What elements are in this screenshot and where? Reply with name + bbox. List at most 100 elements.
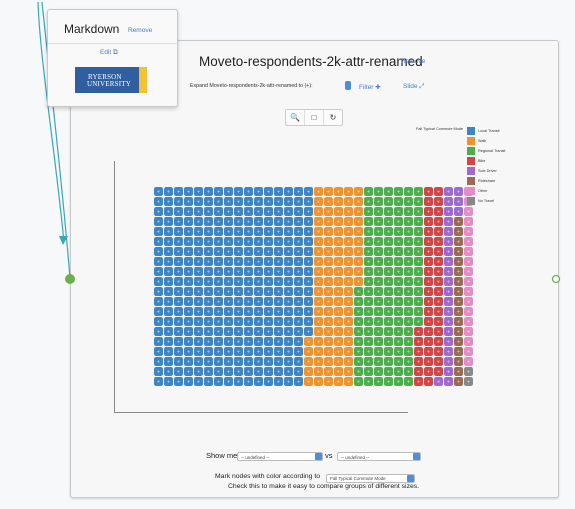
waffle-node-mark: + xyxy=(427,290,430,296)
waffle-node-mark: + xyxy=(247,230,250,236)
waffle-node-mark: + xyxy=(247,370,250,376)
waffle-node-mark: + xyxy=(257,260,260,266)
waffle-node-mark: + xyxy=(187,320,190,326)
slide-link[interactable]: Slide ⤢ xyxy=(403,83,424,91)
waffle-node-mark: + xyxy=(317,200,320,206)
waffle-node-mark: + xyxy=(387,260,390,266)
waffle-node-mark: + xyxy=(277,270,280,276)
waffle-node-mark: + xyxy=(337,330,340,336)
waffle-node-mark: + xyxy=(357,300,360,306)
waffle-node-mark: + xyxy=(437,250,440,256)
waffle-node-mark: + xyxy=(387,200,390,206)
waffle-node-mark: + xyxy=(367,270,370,276)
waffle-node-mark: + xyxy=(367,340,370,346)
legend-title: Fall Typical Commute Mode xyxy=(416,127,463,131)
legend-item: Local Transit xyxy=(467,127,537,136)
waffle-node-mark: + xyxy=(167,210,170,216)
waffle-node-mark: + xyxy=(227,220,230,226)
zoom-icon[interactable]: 🔍 xyxy=(286,110,305,125)
waffle-node-mark: + xyxy=(437,330,440,336)
waffle-node-mark: + xyxy=(457,310,460,316)
waffle-node-mark: + xyxy=(277,230,280,236)
waffle-node-mark: + xyxy=(197,290,200,296)
waffle-node-mark: + xyxy=(167,320,170,326)
waffle-node-mark: + xyxy=(197,250,200,256)
waffle-node-mark: + xyxy=(327,380,330,386)
waffle-node-mark: + xyxy=(397,220,400,226)
fit-view-icon[interactable]: □ xyxy=(305,110,324,125)
waffle-node-mark: + xyxy=(277,350,280,356)
waffle-node-mark: + xyxy=(267,270,270,276)
waffle-node-mark: + xyxy=(307,330,310,336)
waffle-node-mark: + xyxy=(287,190,290,196)
show-me-select-a[interactable]: -- undefined -- xyxy=(237,452,323,461)
legend-swatch xyxy=(467,177,475,185)
waffle-node-mark: + xyxy=(217,370,220,376)
waffle-node-mark: + xyxy=(177,250,180,256)
color-mode-select[interactable]: Fall Typical Commute Mode xyxy=(326,474,415,483)
waffle-node-mark: + xyxy=(267,360,270,366)
waffle-node-mark: + xyxy=(397,350,400,356)
reset-icon[interactable]: ↻ xyxy=(324,110,342,125)
markdown-title: Markdown xyxy=(64,22,120,36)
legend-label: Rideshare xyxy=(478,179,496,183)
waffle-node-mark: + xyxy=(247,360,250,366)
waffle-node-mark: + xyxy=(367,330,370,336)
waffle-node-mark: + xyxy=(377,250,380,256)
waffle-node-mark: + xyxy=(417,190,420,196)
waffle-node-mark: + xyxy=(197,230,200,236)
waffle-node-mark: + xyxy=(187,260,190,266)
waffle-node-mark: + xyxy=(297,240,300,246)
waffle-node-mark: + xyxy=(337,220,340,226)
waffle-node-mark: + xyxy=(427,340,430,346)
waffle-node-mark: + xyxy=(347,360,350,366)
waffle-node-mark: + xyxy=(357,270,360,276)
ryerson-logo: RYERSON UNIVERSITY xyxy=(75,67,147,93)
remove-markdown-link[interactable]: Remove xyxy=(128,27,152,34)
remove-visualization-link[interactable]: Remove xyxy=(401,58,425,65)
waffle-node-mark: + xyxy=(197,350,200,356)
waffle-node-mark: + xyxy=(437,210,440,216)
waffle-node-mark: + xyxy=(467,370,470,376)
waffle-node-mark: + xyxy=(207,360,210,366)
waffle-node-mark: + xyxy=(237,360,240,366)
waffle-node-mark: + xyxy=(417,280,420,286)
waffle-node-mark: + xyxy=(207,320,210,326)
waffle-node-mark: + xyxy=(397,370,400,376)
waffle-node-mark: + xyxy=(407,280,410,286)
waffle-node-mark: + xyxy=(347,270,350,276)
waffle-node-mark: + xyxy=(327,360,330,366)
waffle-node-mark: + xyxy=(407,370,410,376)
waffle-node-mark: + xyxy=(157,300,160,306)
waffle-node-mark: + xyxy=(177,360,180,366)
filter-link[interactable]: Filter ✚ xyxy=(359,83,381,91)
waffle-node-mark: + xyxy=(317,260,320,266)
waffle-node-mark: + xyxy=(227,240,230,246)
waffle-node-mark: + xyxy=(217,320,220,326)
compare-groups-checkbox-label[interactable]: Check this to make it easy to compare gr… xyxy=(228,483,419,490)
waffle-node-mark: + xyxy=(197,210,200,216)
waffle-node-mark: + xyxy=(367,260,370,266)
waffle-node-mark: + xyxy=(367,300,370,306)
waffle-node-mark: + xyxy=(337,240,340,246)
waffle-node-mark: + xyxy=(447,240,450,246)
waffle-node-mark: + xyxy=(267,280,270,286)
waffle-node-mark: + xyxy=(347,320,350,326)
waffle-node-mark: + xyxy=(397,380,400,386)
show-me-select-b[interactable]: -- undefined -- xyxy=(337,452,421,461)
waffle-node-mark: + xyxy=(357,330,360,336)
expand-select[interactable] xyxy=(345,81,351,90)
waffle-node-mark: + xyxy=(467,290,470,296)
waffle-node-mark: + xyxy=(317,300,320,306)
edit-markdown-link[interactable]: Edit ⧉ xyxy=(100,49,118,57)
waffle-node-mark: + xyxy=(457,300,460,306)
waffle-node-mark: + xyxy=(167,300,170,306)
waffle-node-mark: + xyxy=(377,370,380,376)
waffle-node-mark: + xyxy=(437,190,440,196)
waffle-node-mark: + xyxy=(457,320,460,326)
legend-swatch xyxy=(467,167,475,175)
waffle-node-mark: + xyxy=(377,320,380,326)
waffle-node-mark: + xyxy=(287,290,290,296)
waffle-node-mark: + xyxy=(317,290,320,296)
waffle-node-mark: + xyxy=(377,260,380,266)
